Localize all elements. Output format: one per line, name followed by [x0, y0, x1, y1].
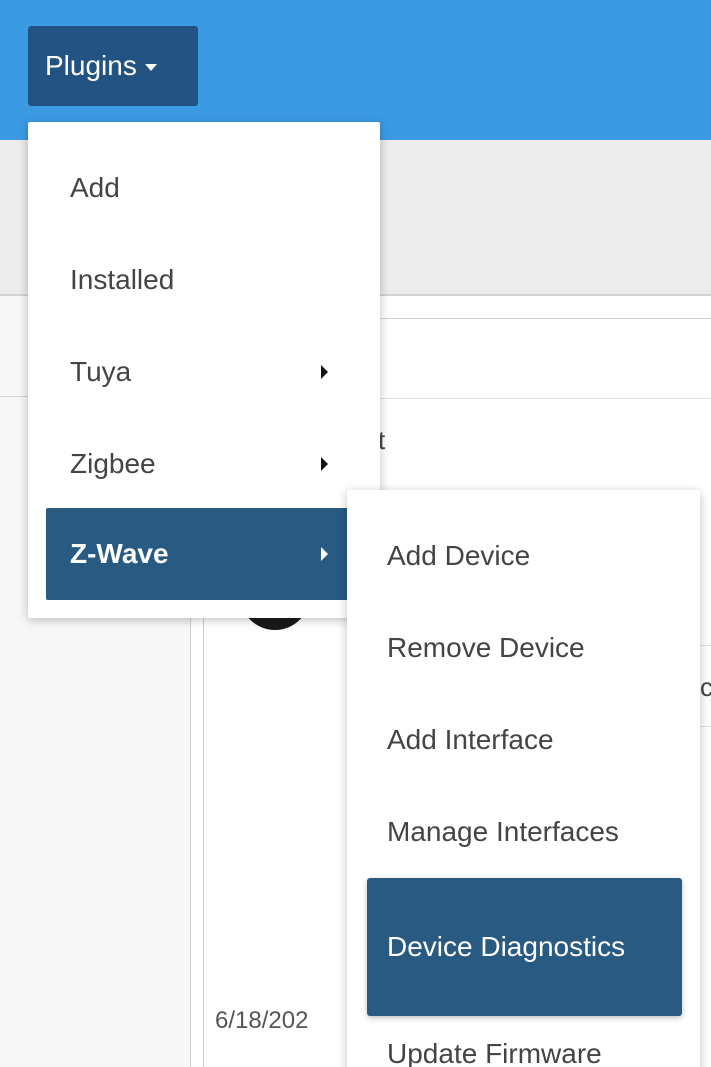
menu-item-installed[interactable]: Installed — [46, 234, 364, 326]
plugins-button-label: Plugins — [45, 50, 137, 81]
submenu-item-device-diagnostics[interactable]: Device Diagnostics — [367, 878, 682, 1016]
menu-item-label: Tuya — [70, 356, 132, 387]
menu-item-zwave[interactable]: Z-Wave — [46, 508, 364, 600]
submenu-item-update-firmware[interactable]: Update Firmware — [367, 1038, 682, 1067]
submenu-item-remove-device[interactable]: Remove Device — [367, 602, 682, 694]
submenu-item-label: Add Device — [387, 540, 531, 571]
menu-item-tuya[interactable]: Tuya — [46, 326, 364, 418]
background-partial-date: 6/18/202 — [215, 1007, 309, 1034]
caret-right-icon — [321, 547, 328, 561]
menu-item-zigbee[interactable]: Zigbee — [46, 418, 364, 510]
submenu-item-label: Manage Interfaces — [387, 816, 619, 847]
caret-right-icon — [321, 365, 328, 379]
zwave-submenu: Add Device Remove Device Add Interface M… — [347, 490, 700, 1067]
menu-item-label: Add — [70, 172, 120, 203]
submenu-item-manage-interfaces[interactable]: Manage Interfaces — [367, 786, 682, 878]
menu-item-label: Installed — [70, 264, 175, 295]
submenu-item-label: Remove Device — [387, 632, 585, 663]
submenu-item-add-device[interactable]: Add Device — [367, 510, 682, 602]
submenu-item-add-interface[interactable]: Add Interface — [367, 694, 682, 786]
submenu-item-label: Update Firmware — [387, 1038, 602, 1067]
caret-down-icon — [144, 63, 157, 71]
plugins-dropdown-menu: Add Installed Tuya Zigbee Z-Wave — [28, 122, 380, 618]
top-navbar: Plugins — [0, 0, 711, 140]
menu-item-label: Zigbee — [70, 448, 156, 479]
caret-right-icon — [321, 457, 328, 471]
page: Plugins t c 6/18/202 Add Installed Tuya … — [0, 0, 711, 1067]
submenu-item-label: Add Interface — [387, 724, 554, 755]
background-partial-text: c — [700, 672, 711, 702]
plugins-dropdown-button[interactable]: Plugins — [28, 26, 198, 106]
submenu-item-label: Device Diagnostics — [387, 931, 626, 962]
menu-item-label: Z-Wave — [70, 538, 169, 569]
menu-item-add[interactable]: Add — [46, 142, 364, 234]
